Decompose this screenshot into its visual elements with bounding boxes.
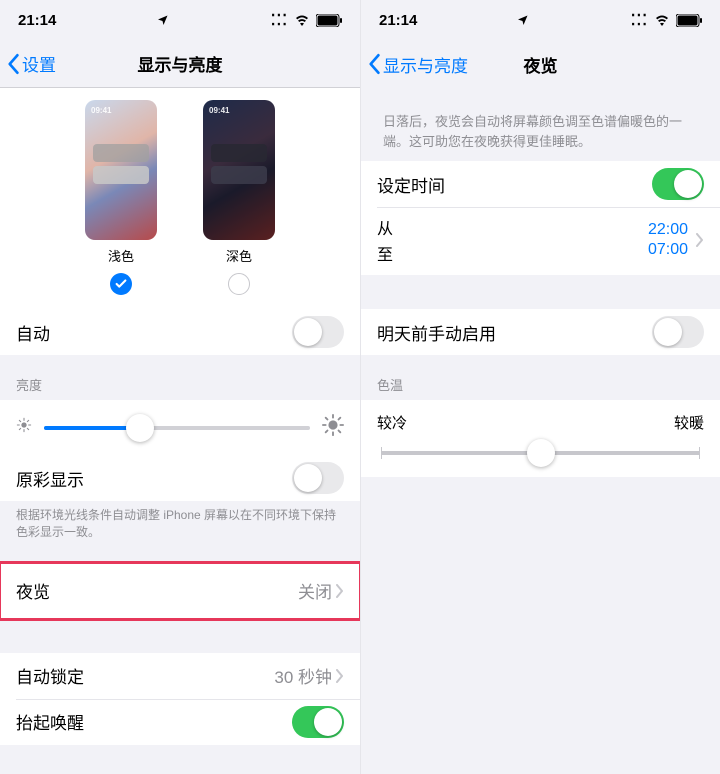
back-label: 显示与亮度 xyxy=(383,52,468,77)
cellular-icon: ⁚⁚⁚ xyxy=(271,11,288,29)
auto-lock-value: 30 秒钟 xyxy=(274,663,332,688)
from-label: 从 xyxy=(377,215,393,239)
switch-scheduled[interactable] xyxy=(652,168,704,200)
row-scheduled[interactable]: 设定时间 xyxy=(361,161,720,207)
location-icon xyxy=(517,14,529,26)
light-radio[interactable] xyxy=(110,273,132,295)
true-tone-label: 原彩显示 xyxy=(16,466,84,491)
brightness-slider-row xyxy=(0,400,360,455)
sun-small-icon xyxy=(16,417,32,438)
screen-display-brightness: 21:14 ⁚⁚⁚ 设置 显示与亮度 09:41 浅色 xyxy=(0,0,360,774)
chevron-left-icon xyxy=(6,53,20,75)
switch-manual-enable[interactable] xyxy=(652,316,704,348)
light-preview: 09:41 xyxy=(85,100,157,240)
chevron-left-icon xyxy=(367,53,381,75)
row-true-tone[interactable]: 原彩显示 xyxy=(0,455,360,501)
switch-auto-appearance[interactable] xyxy=(292,316,344,348)
auto-lock-label: 自动锁定 xyxy=(16,663,84,688)
row-night-shift[interactable]: 夜览 关闭 xyxy=(0,563,360,619)
appearance-dark[interactable]: 09:41 深色 xyxy=(203,100,275,295)
scheduled-label: 设定时间 xyxy=(377,172,445,197)
location-icon xyxy=(157,14,169,26)
brightness-slider[interactable] xyxy=(44,426,310,430)
status-time: 21:14 xyxy=(379,12,417,29)
status-bar: 21:14 ⁚⁚⁚ xyxy=(0,0,360,40)
battery-icon xyxy=(316,14,342,27)
warmer-label: 较暖 xyxy=(674,412,704,433)
light-label: 浅色 xyxy=(108,246,134,265)
screen-night-shift: 21:14 ⁚⁚⁚ 显示与亮度 夜览 日落后，夜览会自动将屏幕颜色调至色谱偏暖色… xyxy=(360,0,720,774)
from-time: 22:00 xyxy=(648,221,688,239)
status-time: 21:14 xyxy=(18,12,56,29)
to-label: 至 xyxy=(377,241,393,265)
back-button[interactable]: 显示与亮度 xyxy=(361,52,468,77)
nav-bar: 显示与亮度 夜览 xyxy=(361,40,720,88)
wifi-icon xyxy=(654,14,670,26)
manual-label: 明天前手动启用 xyxy=(377,320,496,345)
checkmark-icon xyxy=(114,277,128,291)
switch-raise-to-wake[interactable] xyxy=(292,706,344,738)
cooler-label: 较冷 xyxy=(377,412,407,433)
dark-label: 深色 xyxy=(226,246,252,265)
temp-header: 色温 xyxy=(361,375,720,394)
back-label: 设置 xyxy=(22,51,56,76)
row-manual-enable[interactable]: 明天前手动启用 xyxy=(361,309,720,355)
dark-radio[interactable] xyxy=(228,273,250,295)
cellular-icon: ⁚⁚⁚ xyxy=(631,11,648,29)
to-time: 07:00 xyxy=(648,241,688,259)
battery-icon xyxy=(676,14,702,27)
back-button[interactable]: 设置 xyxy=(0,51,56,76)
night-shift-intro: 日落后，夜览会自动将屏幕颜色调至色谱偏暖色的一端。这可助您在夜晚获得更佳睡眠。 xyxy=(361,88,720,161)
appearance-light[interactable]: 09:41 浅色 xyxy=(85,100,157,295)
nav-bar: 设置 显示与亮度 xyxy=(0,40,360,88)
sun-large-icon xyxy=(322,414,344,441)
night-shift-label: 夜览 xyxy=(16,578,50,603)
row-auto-lock[interactable]: 自动锁定 30 秒钟 xyxy=(0,653,360,699)
auto-label: 自动 xyxy=(16,320,50,345)
row-raise-to-wake[interactable]: 抬起唤醒 xyxy=(0,699,360,745)
chevron-right-icon xyxy=(336,584,344,598)
status-bar: 21:14 ⁚⁚⁚ xyxy=(361,0,720,40)
dark-preview: 09:41 xyxy=(203,100,275,240)
wifi-icon xyxy=(294,14,310,26)
true-tone-footer: 根据环境光线条件自动调整 iPhone 屏幕以在不同环境下保持色彩显示一致。 xyxy=(0,501,360,541)
chevron-right-icon xyxy=(696,233,704,247)
brightness-header: 亮度 xyxy=(0,375,360,394)
row-auto-appearance[interactable]: 自动 xyxy=(0,309,360,355)
color-temp-slider[interactable] xyxy=(381,451,700,455)
switch-true-tone[interactable] xyxy=(292,462,344,494)
chevron-right-icon xyxy=(336,669,344,683)
raise-wake-label: 抬起唤醒 xyxy=(16,709,84,734)
row-schedule-times[interactable]: 从 至 22:00 07:00 xyxy=(361,207,720,275)
night-shift-value: 关闭 xyxy=(298,578,332,603)
